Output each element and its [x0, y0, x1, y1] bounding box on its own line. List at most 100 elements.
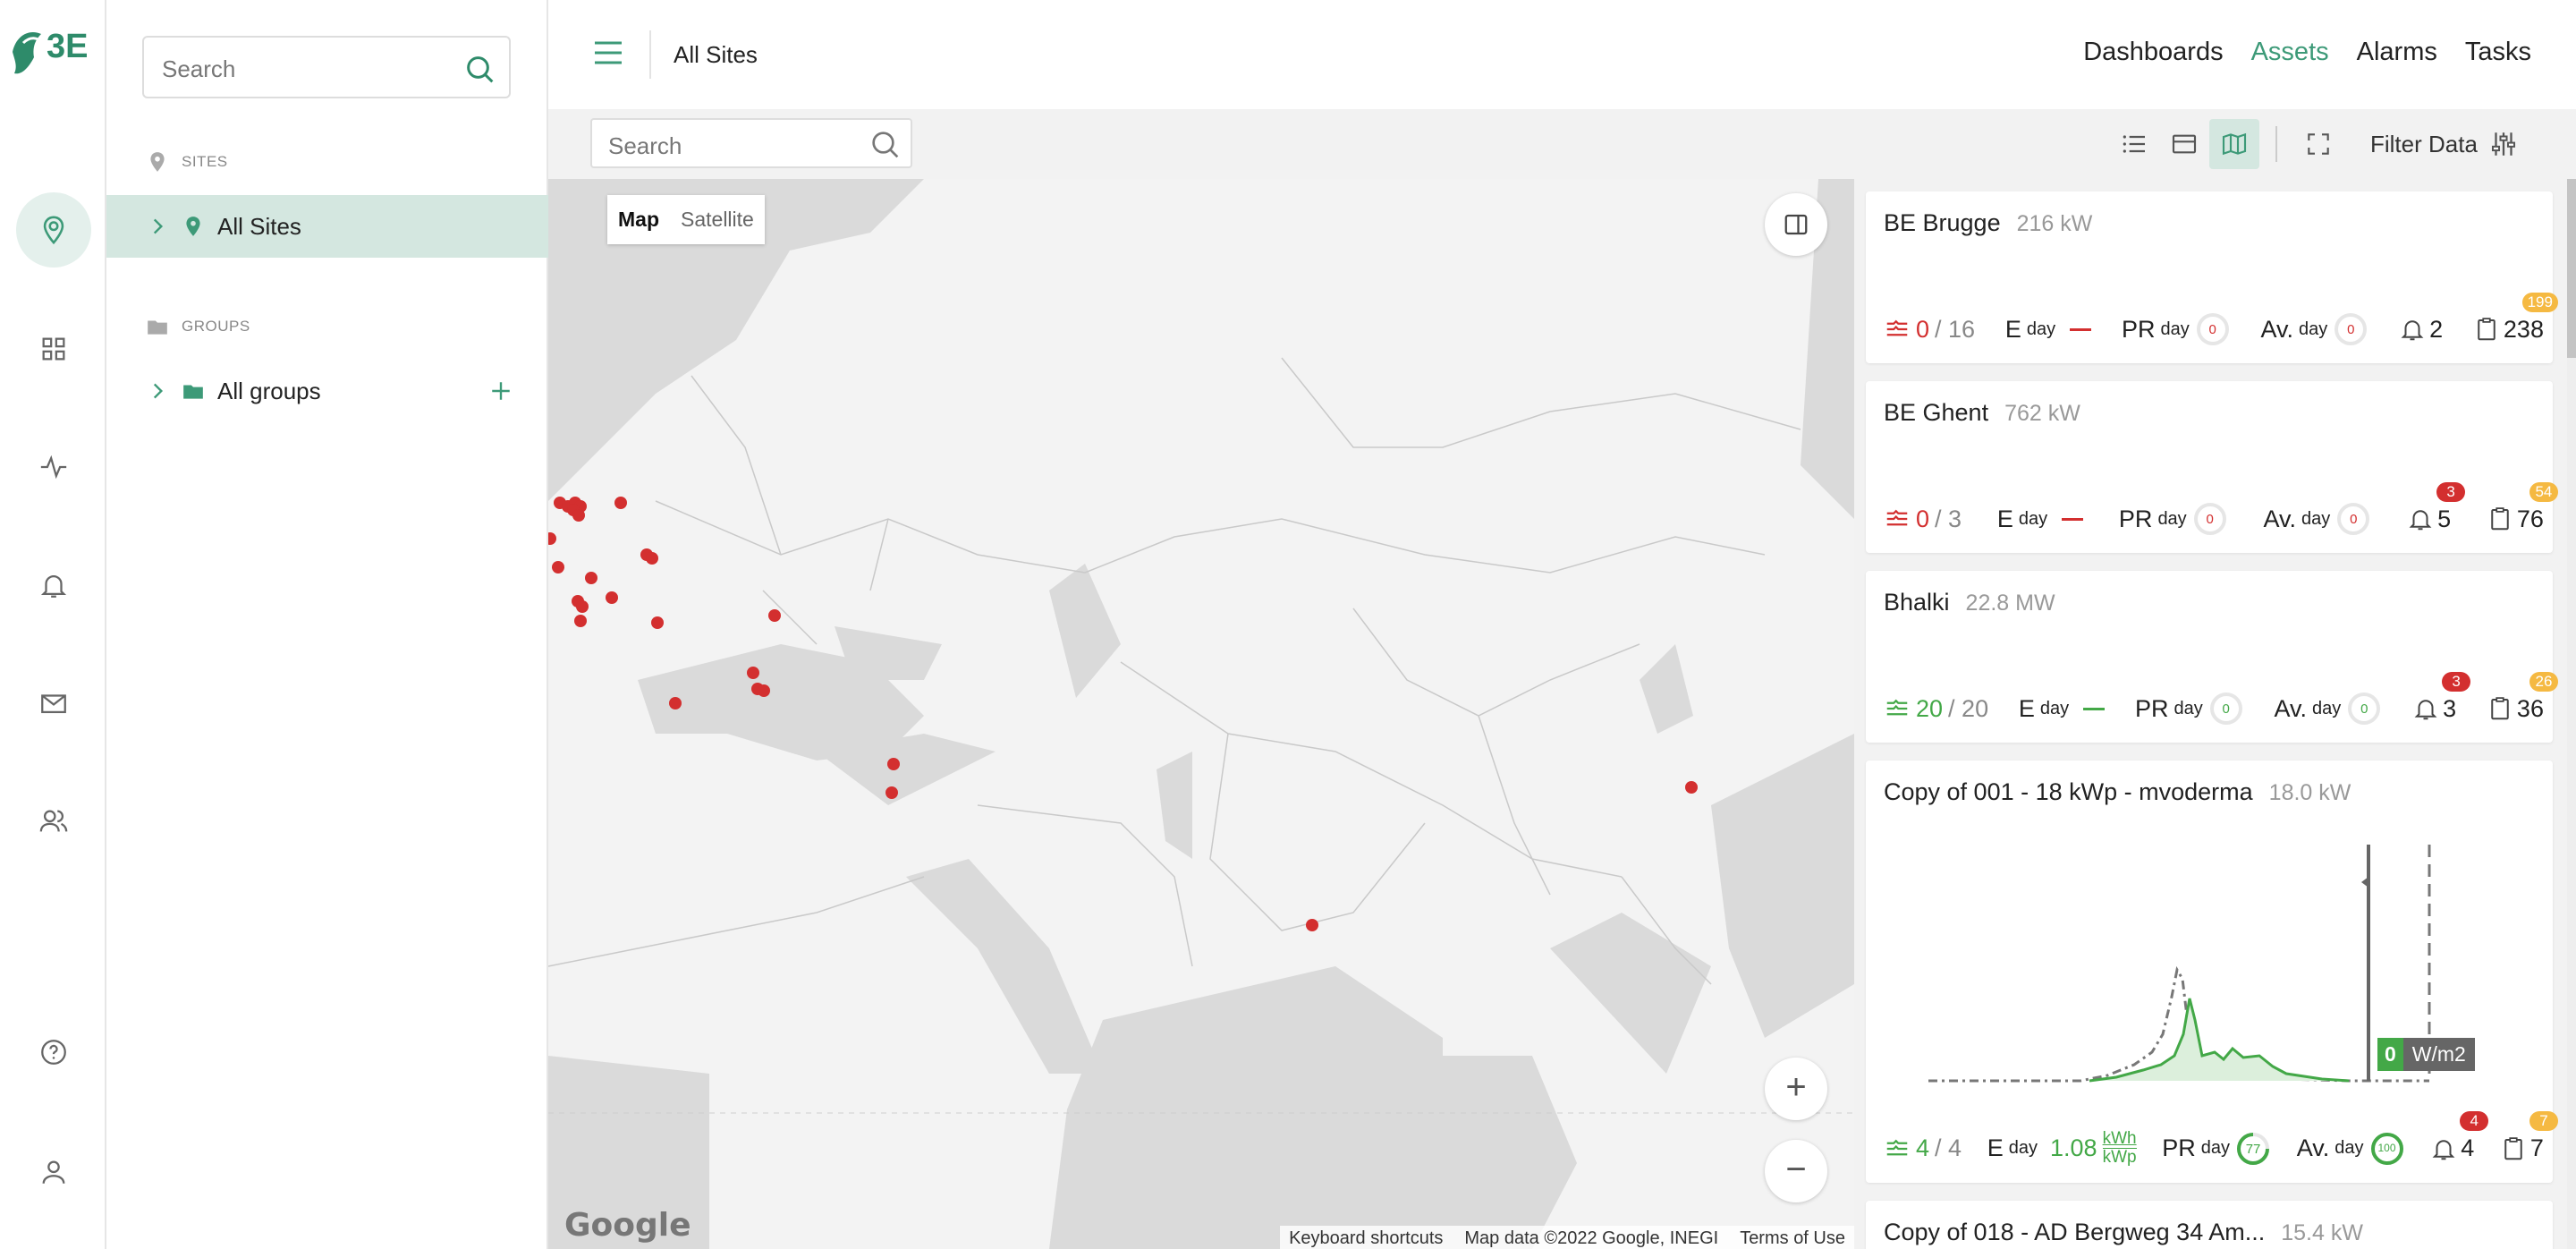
- chevron-right-icon[interactable]: [146, 215, 169, 238]
- zoom-in-button[interactable]: +: [1765, 1058, 1827, 1120]
- messages-nav-button[interactable]: [16, 666, 91, 741]
- production-sparkline[interactable]: [1928, 845, 2465, 1113]
- pr-value: 0: [2208, 322, 2216, 337]
- eday-unit: kWh kWp: [2102, 1130, 2137, 1167]
- av-metric: Av. day 100: [2297, 1131, 2405, 1167]
- users-nav-button[interactable]: [16, 784, 91, 859]
- main-nav: Dashboards Assets Alarms Tasks: [2083, 38, 2531, 67]
- eday-sub: day: [2018, 508, 2048, 529]
- pr-gauge: 77: [2235, 1131, 2271, 1167]
- alarms-metric[interactable]: 5 3: [2407, 481, 2466, 533]
- profile-nav-button[interactable]: [16, 1134, 91, 1210]
- tree-search-input[interactable]: Search: [142, 36, 511, 98]
- chevron-right-icon[interactable]: [146, 379, 169, 403]
- location-pin-icon: [43, 216, 64, 245]
- irradiance-value: 0: [2377, 1038, 2403, 1071]
- site-card[interactable]: BE Ghent 762 kW 0 / 3 Eday PR day 0 Av. …: [1866, 381, 2558, 553]
- groups-section-label: GROUPS: [146, 315, 250, 338]
- search-icon[interactable]: [868, 127, 903, 163]
- tasks-metric[interactable]: 238 199: [2473, 292, 2558, 344]
- pr-gauge: 0: [2192, 501, 2228, 537]
- help-nav-button[interactable]: [16, 1015, 91, 1090]
- tasks-metric[interactable]: 36 26: [2487, 671, 2558, 723]
- tree-item-all-groups[interactable]: All groups: [106, 360, 548, 422]
- tree-item-all-sites[interactable]: All Sites: [106, 195, 548, 258]
- av-metric: Av. day 0: [2261, 311, 2369, 347]
- map-type-map[interactable]: Map: [607, 195, 670, 244]
- sites-nav-button[interactable]: [16, 192, 91, 268]
- alarms-nav-button[interactable]: [16, 548, 91, 623]
- list-view-button[interactable]: [2109, 119, 2159, 169]
- tasks-metric[interactable]: 7 7: [2500, 1111, 2558, 1162]
- dashboard-nav-button[interactable]: [16, 311, 91, 387]
- site-name[interactable]: Bhalki: [1884, 589, 1950, 616]
- site-name[interactable]: Copy of 001 - 18 kWp - mvoderma: [1884, 778, 2253, 806]
- keyboard-shortcuts-link[interactable]: Keyboard shortcuts: [1289, 1228, 1443, 1248]
- site-card[interactable]: Copy of 018 - AD Bergweg 34 Am... 15.4 k…: [1866, 1201, 2553, 1249]
- eday-sub: day: [2039, 698, 2070, 718]
- eday-metric: Eday 1.08 kWh kWp: [1987, 1130, 2137, 1167]
- eday-value: 1.08: [2050, 1134, 2097, 1161]
- pr-label: PR: [2162, 1134, 2196, 1161]
- site-card[interactable]: Bhalki 22.8 MW 20 / 20 Eday PR day 0 Av.…: [1866, 571, 2558, 743]
- nav-assets[interactable]: Assets: [2251, 38, 2329, 67]
- pr-label: PR: [2118, 505, 2153, 532]
- inverter-status-icon: [1886, 699, 1908, 716]
- alarms-metric[interactable]: 4 4: [2430, 1111, 2489, 1162]
- alarms-metric[interactable]: 3 3: [2412, 671, 2471, 723]
- site-card[interactable]: BE Brugge 216 kW 0 / 16 Eday PR day 0 Av…: [1866, 191, 2558, 363]
- alarm-count: 2: [2429, 315, 2444, 343]
- svg-text:3E: 3E: [47, 28, 88, 65]
- av-sub: day: [2334, 1138, 2364, 1158]
- map-icon: [2222, 132, 2247, 156]
- alarm-badge: 3: [2436, 481, 2466, 502]
- toggle-panel-button[interactable]: [1765, 193, 1827, 256]
- tasks-metric[interactable]: 76 54: [2487, 481, 2558, 533]
- site-name[interactable]: Copy of 018 - AD Bergweg 34 Am...: [1884, 1219, 2265, 1246]
- card-view-button[interactable]: [2159, 119, 2209, 169]
- site-metrics: 0 / 3 Eday PR day 0 Av. day 0 5 3 76 54: [1884, 481, 2558, 537]
- scrollbar[interactable]: [2567, 179, 2576, 1249]
- map-canvas[interactable]: [548, 179, 1854, 1249]
- filter-data-button[interactable]: Filter Data: [2370, 129, 2519, 159]
- site-name[interactable]: BE Brugge: [1884, 209, 2001, 237]
- av-gauge: 0: [2335, 501, 2371, 537]
- sites-map[interactable]: Map Satellite + − Google Keyboard shortc…: [548, 179, 1854, 1249]
- logo[interactable]: 3E: [5, 16, 98, 81]
- location-pin-icon: [186, 217, 200, 236]
- clipboard-icon: [2491, 697, 2509, 720]
- alarms-metric[interactable]: 2: [2399, 316, 2443, 344]
- asset-search-input[interactable]: Search: [590, 118, 912, 168]
- av-sub: day: [2299, 319, 2328, 339]
- tree-search-placeholder: Search: [162, 55, 236, 82]
- search-icon[interactable]: [462, 52, 498, 88]
- map-view-button[interactable]: [2209, 119, 2259, 169]
- site-card[interactable]: Copy of 001 - 18 kWp - mvoderma 18.0 kW …: [1866, 760, 2558, 1183]
- site-name[interactable]: BE Ghent: [1884, 399, 1988, 427]
- site-metrics: 0 / 16 Eday PR day 0 Av. day 0 2 238 199: [1884, 292, 2558, 347]
- pr-metric: PR day 0: [2122, 311, 2231, 347]
- activity-nav-button[interactable]: [16, 429, 91, 505]
- pr-metric: PR day 0: [2119, 501, 2228, 537]
- status-total: / 4: [1935, 1134, 1962, 1161]
- terms-of-use-link[interactable]: Terms of Use: [1740, 1228, 1845, 1248]
- hamburger-menu-icon[interactable]: [593, 39, 623, 66]
- map-type-control: Map Satellite: [607, 195, 765, 244]
- scrollbar-thumb[interactable]: [2567, 179, 2576, 358]
- zoom-out-button[interactable]: −: [1765, 1140, 1827, 1202]
- status-total: / 3: [1935, 505, 1962, 532]
- map-type-satellite[interactable]: Satellite: [670, 195, 765, 244]
- inverter-status-icon: [1886, 1139, 1908, 1155]
- site-card-header: BE Brugge 216 kW: [1884, 209, 2092, 237]
- site-power: 216 kW: [2016, 211, 2093, 236]
- add-group-icon[interactable]: [489, 379, 513, 403]
- eday-dash: [2062, 517, 2084, 521]
- site-metrics: 20 / 20 Eday PR day 0 Av. day 0 3 3 36 2…: [1884, 671, 2558, 726]
- nav-dashboards[interactable]: Dashboards: [2083, 38, 2223, 67]
- nav-tasks[interactable]: Tasks: [2465, 38, 2531, 67]
- task-count: 238: [2503, 315, 2544, 343]
- fullscreen-button[interactable]: [2293, 119, 2343, 169]
- alarm-count: 4: [2461, 1134, 2475, 1161]
- pr-value: 0: [2222, 701, 2230, 717]
- nav-alarms[interactable]: Alarms: [2357, 38, 2437, 67]
